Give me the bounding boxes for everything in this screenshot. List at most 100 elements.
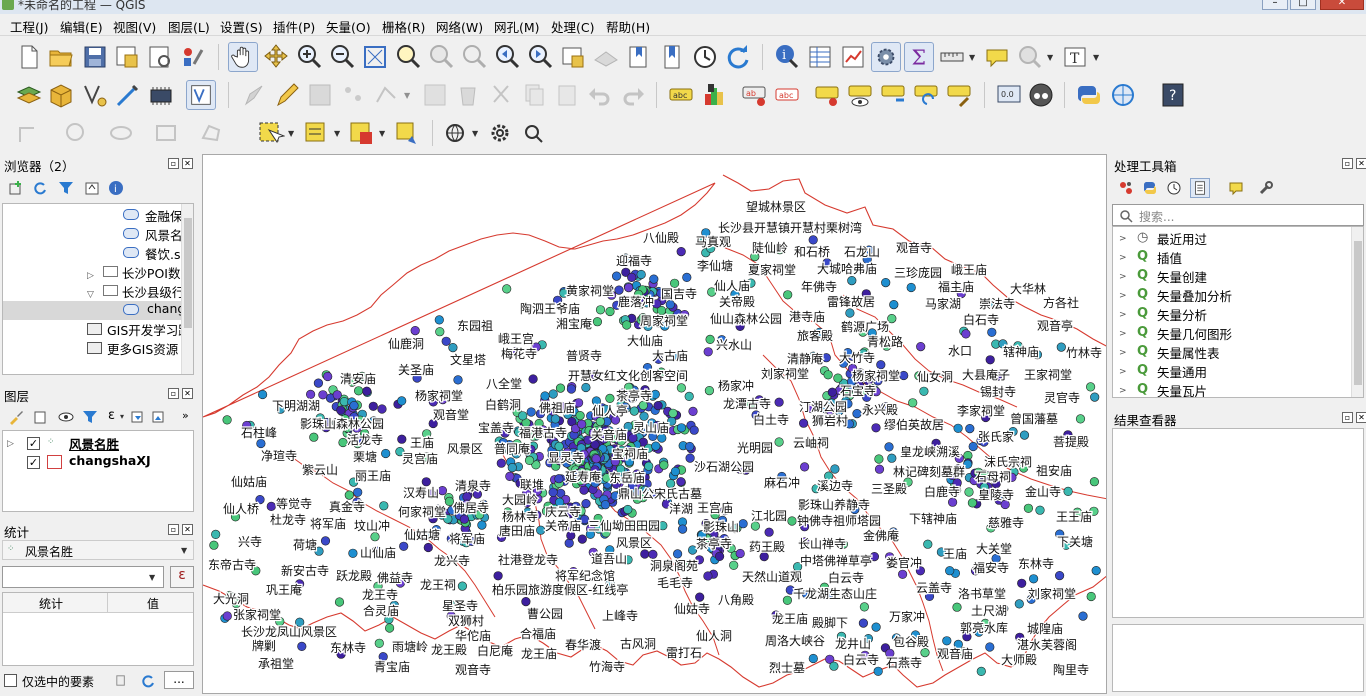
filter-icon[interactable]: [58, 180, 74, 196]
float-panel-button[interactable]: ▫: [168, 524, 179, 535]
chevron-down-icon[interactable]: ▼: [379, 129, 385, 138]
stats-field-combo[interactable]: ▼: [2, 566, 164, 588]
menu-edit[interactable]: 编辑(E): [60, 17, 103, 36]
style-manager-icon[interactable]: [178, 42, 208, 72]
rotate-label-icon[interactable]: [911, 80, 941, 110]
menu-vector[interactable]: 矢量(O): [326, 17, 371, 36]
toolbox-group-item[interactable]: > ◷ 最近用过: [1119, 229, 1207, 248]
stats-layer-combo[interactable]: ⁘ 风景名胜 ▼: [2, 540, 194, 560]
zoom-in-icon[interactable]: [294, 42, 324, 72]
expression-filter-icon[interactable]: ε: [108, 408, 115, 423]
help-icon[interactable]: ?: [1158, 80, 1188, 110]
chevron-down-icon[interactable]: ▼: [472, 129, 478, 138]
browser-link[interactable]: ...: [67, 358, 79, 368]
chevron-right-icon[interactable]: ▷: [87, 271, 94, 281]
zoom-out-icon[interactable]: [327, 42, 357, 72]
new-3d-view-icon[interactable]: [591, 42, 621, 72]
refresh-icon[interactable]: [140, 673, 156, 689]
data-source-manager-icon[interactable]: [14, 80, 44, 110]
statistical-summary-icon[interactable]: [838, 42, 868, 72]
copy-features-icon[interactable]: [519, 80, 549, 110]
browser-item[interactable]: 餐饮.s: [123, 244, 181, 263]
chevron-right-icon[interactable]: >: [1119, 272, 1127, 282]
select-by-location-icon[interactable]: [392, 118, 422, 148]
sum-icon[interactable]: Σ: [904, 42, 934, 72]
column-header-value[interactable]: 值: [147, 595, 159, 612]
menu-processing[interactable]: 处理(C): [551, 17, 594, 36]
chevron-right-icon[interactable]: >: [1119, 234, 1127, 244]
scroll-thumb[interactable]: [1354, 241, 1362, 385]
collapse-all-icon[interactable]: [84, 180, 100, 196]
history-icon[interactable]: [1166, 180, 1182, 196]
filter-legend-icon[interactable]: [82, 409, 98, 425]
label-highlight-icon[interactable]: ab: [739, 80, 769, 110]
measure-icon[interactable]: [937, 42, 967, 72]
zoom-next-icon[interactable]: [525, 42, 555, 72]
browser-scrollbar[interactable]: [181, 204, 193, 374]
redo-icon[interactable]: [618, 80, 648, 110]
menu-network[interactable]: 网络(W): [436, 17, 483, 36]
browser-folder[interactable]: ▽ 长沙县级行: [87, 282, 184, 301]
menu-raster[interactable]: 栅格(R): [382, 17, 425, 36]
toggle-editing-icon[interactable]: [272, 80, 302, 110]
save-project-icon[interactable]: [80, 42, 110, 72]
chevron-down-icon[interactable]: ▼: [334, 129, 340, 138]
select-by-expression-icon[interactable]: [301, 118, 331, 148]
save-edits-icon[interactable]: [305, 80, 335, 110]
layer-visibility-checkbox[interactable]: ✓: [27, 437, 40, 450]
add-selected-layers-icon[interactable]: [8, 180, 24, 196]
close-panel-button[interactable]: ✕: [182, 158, 193, 169]
menu-settings[interactable]: 设置(S): [220, 17, 263, 36]
expression-button[interactable]: ε: [170, 566, 194, 588]
zoom-to-layer-icon[interactable]: [426, 42, 456, 72]
search-icon[interactable]: [518, 118, 548, 148]
attribute-table-icon[interactable]: [805, 42, 835, 72]
browser-item[interactable]: 金融保: [123, 206, 183, 225]
chevron-down-icon[interactable]: ▼: [969, 53, 975, 62]
add-line-feature-icon[interactable]: [14, 118, 44, 148]
toolbox-group-item[interactable]: > Q 矢量几何图形: [1119, 324, 1232, 343]
map-svg[interactable]: 大园岭合灵庙 缪伯英故居 长沙县开慧镇开慧村栗树湾三珍庞园合福庙 开慧女红文化创客空间…: [203, 155, 1107, 694]
edit-features-in-place-icon[interactable]: [1228, 180, 1244, 196]
undo-icon[interactable]: [585, 80, 615, 110]
minimize-button[interactable]: –: [1262, 0, 1288, 10]
attribute-form-icon[interactable]: [186, 80, 216, 110]
menu-help[interactable]: 帮助(H): [606, 17, 650, 36]
close-panel-button[interactable]: ✕: [182, 524, 193, 535]
identify-features-icon[interactable]: i: [772, 42, 802, 72]
bookmark-manager-icon[interactable]: [657, 42, 687, 72]
zoom-full-icon[interactable]: [360, 42, 390, 72]
bookmark-icon[interactable]: [624, 42, 654, 72]
zoom-to-selection-icon[interactable]: [393, 42, 423, 72]
select-features-icon[interactable]: [255, 118, 285, 148]
new-map-view-icon[interactable]: [558, 42, 588, 72]
maximize-button[interactable]: □: [1290, 0, 1316, 10]
chevron-down-icon[interactable]: ▼: [1093, 53, 1099, 62]
close-panel-button[interactable]: ✕: [1356, 158, 1366, 169]
chevron-right-icon[interactable]: >: [1119, 329, 1127, 339]
toolbox-group-item[interactable]: > Q 矢量瓦片: [1119, 381, 1207, 397]
move-label-icon[interactable]: [878, 80, 908, 110]
float-panel-button[interactable]: ▫: [168, 388, 179, 399]
close-panel-button[interactable]: ✕: [1356, 412, 1366, 423]
chevron-right-icon[interactable]: >: [1119, 253, 1127, 263]
digitize-line-icon[interactable]: [113, 80, 143, 110]
chevron-down-icon[interactable]: ▼: [181, 546, 187, 555]
python-console-icon[interactable]: [1074, 80, 1104, 110]
toolbox-scrollbar[interactable]: [1351, 227, 1363, 397]
menu-plugins[interactable]: 插件(P): [273, 17, 315, 36]
close-panel-button[interactable]: ✕: [182, 388, 193, 399]
label-toolbar-icon[interactable]: abc: [666, 80, 696, 110]
layer-visibility-checkbox[interactable]: ✓: [27, 456, 40, 469]
chevron-down-icon[interactable]: ▼: [1047, 53, 1053, 62]
copy-icon[interactable]: [114, 673, 129, 688]
chevron-down-icon[interactable]: ▾: [120, 412, 124, 421]
close-button[interactable]: ✕: [1320, 0, 1364, 10]
add-circle-icon[interactable]: [62, 118, 92, 148]
browser-link[interactable]: GIS开发学习路: [87, 320, 191, 339]
add-group-icon[interactable]: [32, 409, 48, 425]
more-tools-icon[interactable]: »: [182, 409, 189, 422]
models-icon[interactable]: [1118, 180, 1134, 196]
label-pinned-icon[interactable]: abc: [772, 80, 802, 110]
add-polygon-icon[interactable]: [197, 118, 227, 148]
